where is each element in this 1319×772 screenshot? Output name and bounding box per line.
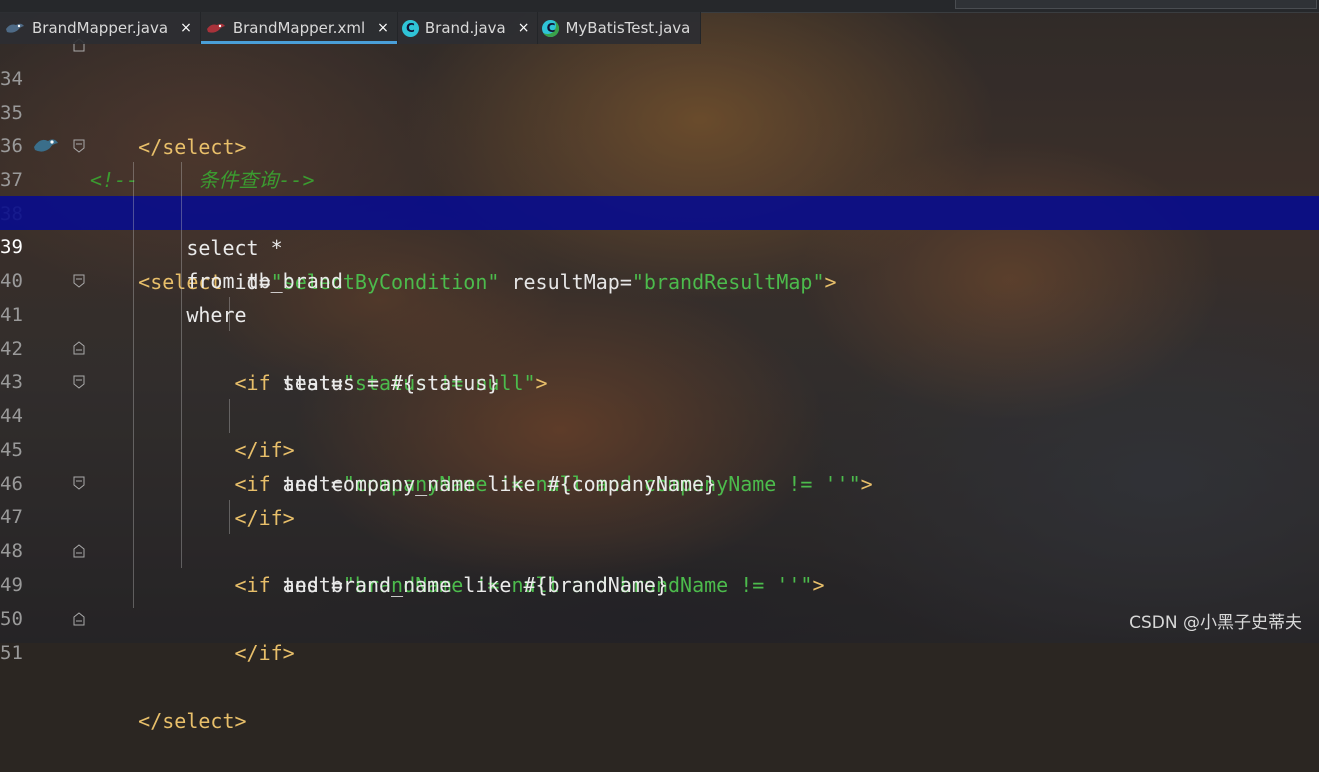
line-number: 51 (0, 642, 23, 664)
code-line: 36 <!-- 条件查询--> (0, 95, 1319, 192)
close-icon[interactable]: × (377, 20, 389, 36)
tab-label: Brand.java (424, 19, 506, 37)
code-line: 49 </if> (0, 534, 1319, 665)
code-line: 51 </select> (0, 602, 1319, 733)
fold-start-icon[interactable] (73, 274, 85, 288)
code-line: 40 where (0, 230, 1319, 327)
indent-guide (229, 500, 230, 534)
code-line: 45 and company_name like #{companyName} (0, 399, 1319, 496)
code-line: 42 status = #{status} (0, 298, 1319, 395)
tab-brand-java[interactable]: C Brand.java × (397, 12, 539, 44)
close-icon[interactable]: × (180, 20, 192, 36)
code-line: 48 and brand_name like #{brandName} (0, 500, 1319, 597)
mybatis-bird-xml-icon (206, 23, 225, 33)
editor-tab-bar: BrandMapper.java × BrandMapper.xml × C B… (0, 12, 1319, 44)
mybatis-bird-icon (6, 23, 24, 33)
code-line: 38 select * (0, 163, 1319, 260)
close-icon[interactable]: × (518, 20, 530, 36)
code-line: 46 </if> (0, 433, 1319, 530)
code-line-current: 39 from tb_brand (0, 196, 1319, 293)
fold-start-icon[interactable] (73, 375, 85, 389)
tab-label: BrandMapper.java (32, 19, 169, 37)
fold-end-icon[interactable] (73, 544, 85, 558)
code-line: 43 </if> (0, 331, 1319, 462)
code-editor[interactable]: 34 </select> 35 36 <!-- 条件查询--> 37 <sele… (0, 38, 1319, 733)
code-text: </select> (90, 709, 247, 733)
search-field[interactable] (955, 0, 1317, 9)
tab-label: MyBatisTest.java (565, 19, 691, 37)
tab-brandmapper-xml[interactable]: BrandMapper.xml × (200, 12, 398, 44)
fold-end-icon[interactable] (73, 341, 85, 355)
tab-mybatistest-java[interactable]: C MyBatisTest.java (538, 12, 702, 44)
indent-guide (229, 297, 230, 331)
code-line: 35 (0, 62, 1319, 124)
indent-guide (229, 399, 230, 433)
tab-label: BrandMapper.xml (232, 19, 366, 37)
fold-start-icon[interactable] (73, 139, 85, 153)
code-line: 41 <if test="status != null"> (0, 264, 1319, 395)
code-line: 47 <if test="brandName != null and brand… (0, 466, 1319, 597)
code-text: </if> (90, 641, 295, 665)
csdn-watermark: CSDN @小黑子史蒂夫 (1129, 613, 1302, 633)
tab-brandmapper-java[interactable]: BrandMapper.java × (0, 12, 201, 44)
fold-end-icon[interactable] (73, 612, 85, 626)
code-line: 37 <select id="selectByCondition" result… (0, 129, 1319, 294)
java-class-icon: C (401, 19, 419, 37)
fold-start-icon[interactable] (73, 476, 85, 490)
code-line: 50 (0, 568, 1319, 630)
mybatis-navigate-icon[interactable] (32, 133, 60, 157)
java-test-class-icon: C (542, 19, 560, 37)
indent-guide (133, 162, 134, 608)
indent-guide (181, 162, 182, 568)
code-line: 44 <if test="companyName != null and com… (0, 365, 1319, 496)
